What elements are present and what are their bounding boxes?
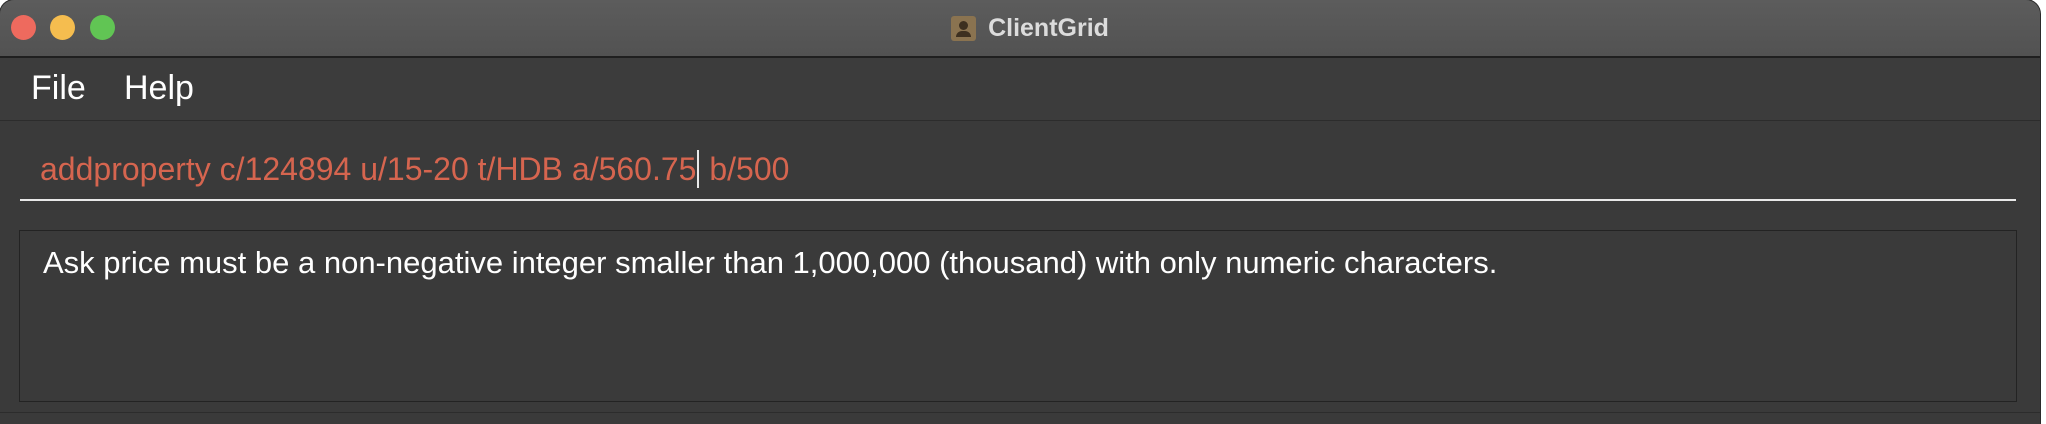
menu-help[interactable]: Help	[124, 68, 194, 108]
command-area: addproperty c/124894 u/15-20 t/HDB a/560…	[0, 121, 2040, 221]
result-display[interactable]: Ask price must be a non-negative integer…	[19, 230, 2017, 402]
window-title: ClientGrid	[988, 13, 1109, 42]
window-title-group: ClientGrid	[0, 0, 2040, 56]
command-text-before-caret: addproperty c/124894 u/15-20 t/HDB a/560…	[40, 151, 697, 187]
contact-card-icon	[951, 15, 977, 41]
app-window: ClientGrid File Help addproperty c/12489…	[0, 0, 2040, 424]
result-message: Ask price must be a non-negative integer…	[43, 245, 1498, 280]
command-text-after-caret: b/500	[700, 151, 790, 187]
title-bar[interactable]: ClientGrid	[0, 0, 2040, 58]
command-input-text: addproperty c/124894 u/15-20 t/HDB a/560…	[40, 149, 789, 189]
command-input[interactable]: addproperty c/124894 u/15-20 t/HDB a/560…	[20, 141, 2016, 201]
menu-file[interactable]: File	[31, 68, 86, 108]
bottom-panel-edge	[0, 412, 2040, 424]
menu-bar: File Help	[0, 58, 2040, 121]
